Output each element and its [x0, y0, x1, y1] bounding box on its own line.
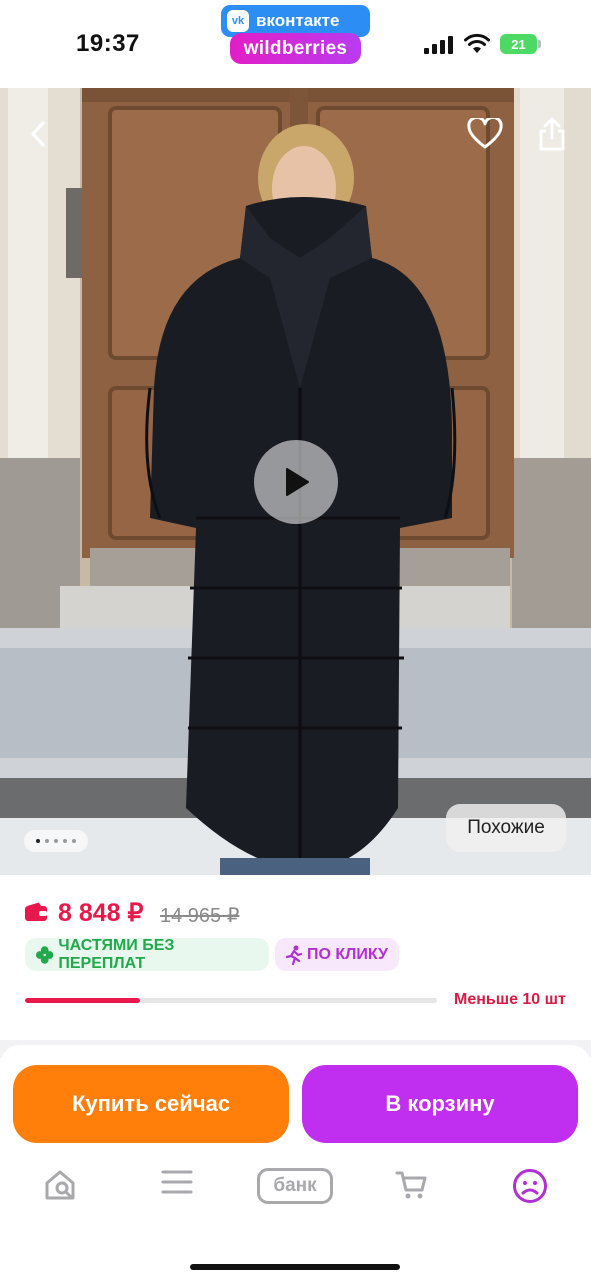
- tab-home[interactable]: [43, 1168, 77, 1202]
- stock-progress-fill: [25, 998, 141, 1003]
- pagination-dot: [36, 839, 40, 843]
- menu-icon: [161, 1170, 193, 1194]
- pagination-dot: [63, 839, 67, 843]
- back-icon: [31, 121, 45, 147]
- vk-label: вконтакте: [256, 11, 340, 30]
- play-video-button[interactable]: [254, 440, 338, 524]
- battery-tip: [538, 40, 541, 48]
- cellular-signal-icon: [424, 36, 453, 54]
- heart-icon: [467, 118, 503, 149]
- installment-chip[interactable]: ЧАСТЯМИ БЕЗ ПЕРЕПЛАТ: [25, 936, 269, 972]
- stock-progress-bar: [25, 998, 437, 1003]
- pagination-dot: [54, 839, 58, 843]
- share-icon: [539, 117, 565, 151]
- installment-chip-label: ЧАСТЯМИ БЕЗ ПЕРЕПЛАТ: [58, 936, 175, 972]
- battery-icon: 21: [500, 34, 542, 54]
- pagination-dot: [72, 839, 76, 843]
- tab-bar: банк: [0, 1126, 591, 1216]
- current-price: 8 848 ₽: [58, 899, 144, 927]
- status-bar: 19:37 vk вконтакте wildberries 21: [0, 0, 591, 88]
- vk-logo-icon: vk: [227, 10, 249, 32]
- one-click-chip[interactable]: ПО КЛИКУ: [275, 938, 399, 971]
- wallet-icon: [25, 902, 47, 921]
- one-click-chip-label: ПО КЛИКУ: [307, 945, 388, 963]
- old-price: 14 965 ₽: [160, 905, 240, 927]
- status-time: 19:37: [76, 30, 140, 57]
- pagination-dot: [45, 839, 49, 843]
- home-search-icon: [45, 1170, 75, 1200]
- profile-icon: [513, 1169, 547, 1203]
- app-badge: wildberries: [230, 33, 361, 64]
- cart-icon: [395, 1171, 427, 1199]
- product-screen: 19:37 vk вконтакте wildberries 21 Похожи…: [0, 0, 591, 1280]
- stock-label: Меньше 10 шт: [454, 991, 566, 1008]
- play-icon: [286, 468, 309, 496]
- price-card: 8 848 ₽ 14 965 ₽ ЧАСТЯМИ БЕЗ ПЕРЕПЛАТ ПО…: [0, 875, 591, 1040]
- product-gallery[interactable]: Похожие: [0, 88, 591, 875]
- clover-icon: [35, 945, 54, 964]
- share-button[interactable]: [530, 112, 574, 156]
- home-indicator: [190, 1264, 400, 1270]
- favorite-button[interactable]: [463, 112, 507, 156]
- similar-button[interactable]: Похожие: [446, 804, 566, 852]
- running-person-icon: [285, 945, 303, 965]
- tab-bank[interactable]: банк: [257, 1168, 333, 1204]
- back-button[interactable]: [16, 112, 60, 156]
- tab-profile[interactable]: [512, 1168, 548, 1204]
- wifi-icon: [464, 33, 490, 53]
- tab-catalog[interactable]: [160, 1168, 194, 1196]
- gallery-pagination: [24, 830, 88, 852]
- battery-level: 21: [500, 34, 537, 54]
- tab-cart[interactable]: [395, 1168, 429, 1202]
